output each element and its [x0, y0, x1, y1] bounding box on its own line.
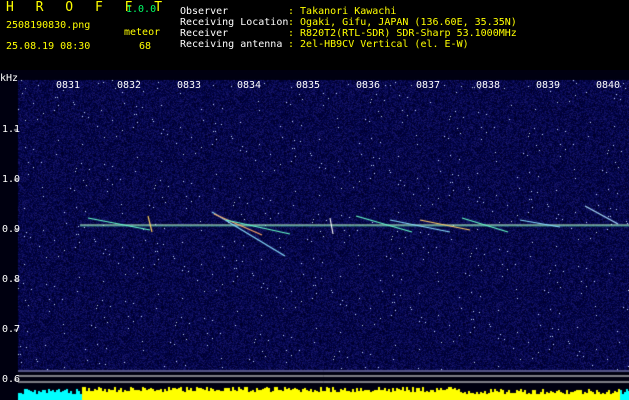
- app-version: 1.0.0: [126, 4, 157, 15]
- axis-unit-label: kHz: [0, 73, 19, 84]
- freq-tick-1-0: 1.0: [2, 174, 21, 185]
- freq-tick-0-8: 0.8: [2, 274, 21, 285]
- time-tick-0839: 0839: [536, 80, 561, 91]
- header-panel: H R O F F T 1.0.0 2508190830.png meteor …: [0, 0, 629, 70]
- meteor-label: meteor: [124, 27, 161, 38]
- time-tick-0834: 0834: [237, 80, 262, 91]
- filename: 2508190830.png: [6, 20, 91, 31]
- meteor-count: 68: [139, 41, 152, 52]
- time-tick-0836: 0836: [356, 80, 381, 91]
- time-tick-0838: 0838: [476, 80, 501, 91]
- time-tick-0840: 0840: [596, 80, 621, 91]
- time-tick-0833: 0833: [177, 80, 202, 91]
- time-tick-0832: 0832: [117, 80, 142, 91]
- time-tick-0837: 0837: [416, 80, 441, 91]
- freq-tick-0-7: 0.7: [2, 324, 21, 335]
- spectrogram-canvas: [0, 70, 629, 400]
- time-tick-0835: 0835: [296, 80, 321, 91]
- time-tick-0831: 0831: [56, 80, 81, 91]
- antenna-value: : 2el-HB9CV Vertical (el. E-W): [288, 39, 469, 50]
- freq-tick-0-6: 0.6: [2, 374, 21, 385]
- datetime: 25.08.19 08:30: [6, 41, 91, 52]
- antenna-label: Receiving antenna: [180, 39, 283, 50]
- freq-tick-1-1: 1.1: [2, 124, 21, 135]
- freq-tick-0-9: 0.9: [2, 224, 21, 235]
